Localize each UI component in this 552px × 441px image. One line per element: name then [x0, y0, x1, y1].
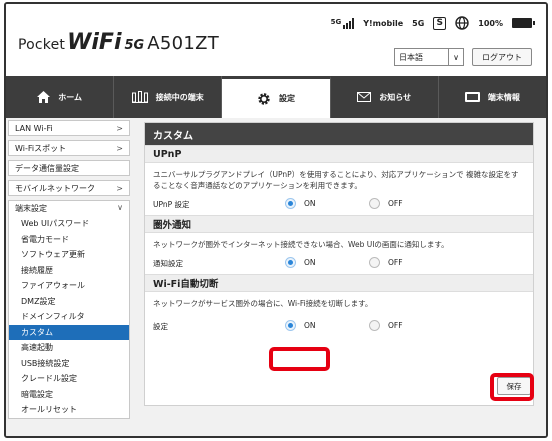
sidebar-subitem-active[interactable]: カスタム — [9, 324, 129, 340]
sidebar-subitem[interactable]: Web UIパスワード — [9, 216, 129, 232]
chevron-right-icon: > — [116, 144, 123, 153]
sidebar-item-label: LAN Wi-Fi — [15, 123, 53, 133]
highlight-save-button — [490, 373, 534, 401]
sidebar-item-lan-wifi[interactable]: LAN Wi-Fi > — [8, 120, 130, 136]
radio-label: ON — [304, 321, 316, 330]
sidebar-item-data-usage[interactable]: データ通信量設定 — [8, 160, 130, 176]
tab-home[interactable]: ホーム — [6, 76, 115, 118]
radio-unselected-icon — [369, 320, 380, 331]
language-value: 日本語 — [399, 52, 423, 62]
section-title-wifi-auto-disconnect: Wi-Fi自動切断 — [145, 274, 533, 292]
brand-logo: Pocket WiFi 5G A501ZT — [18, 30, 219, 55]
header: Pocket WiFi 5G A501ZT 5G Y!mobile 5G S 1… — [6, 4, 546, 76]
tab-home-label: ホーム — [58, 92, 82, 102]
network-label: 5G — [412, 18, 425, 28]
tab-settings-label: 設定 — [279, 94, 295, 103]
sidebar-item-mobile-network[interactable]: モバイルネットワーク > — [8, 180, 130, 196]
setting-label: UPnP 設定 — [153, 200, 190, 209]
mail-icon — [357, 92, 372, 102]
radio-label: OFF — [388, 258, 403, 267]
upnp-setting-row: UPnP 設定 ON OFF — [145, 195, 533, 213]
radio-label: ON — [304, 258, 316, 267]
tab-devices-label: 接続中の端末 — [155, 92, 204, 102]
radio-unselected-icon — [369, 198, 380, 209]
sidebar: LAN Wi-Fi > Wi-Fiスポット > データ通信量設定 モバイルネット… — [8, 120, 130, 419]
notice-setting-row: 通知設定 ON OFF — [145, 254, 533, 272]
main-tabs: ホーム 接続中の端末 設定 お知らせ 端末情報 — [6, 76, 546, 118]
language-select[interactable]: 日本語 ∨ — [394, 48, 464, 66]
radio-selected-icon — [285, 320, 296, 331]
sidebar-item-wifi-spot[interactable]: Wi-Fiスポット > — [8, 140, 130, 156]
sidebar-item-label: Wi-Fiスポット — [15, 143, 67, 153]
sidebar-group-label: 端末設定 — [15, 204, 47, 213]
battery-icon — [512, 18, 535, 28]
brand-wifi: WiFi — [67, 30, 122, 55]
sidebar-subitem[interactable]: USB接続設定 — [9, 356, 129, 372]
sidebar-subitem[interactable]: ドメインフィルタ — [9, 309, 129, 325]
wifi-disconnect-on-radio[interactable]: ON — [285, 320, 316, 331]
sidebar-subitem[interactable]: クレードル設定 — [9, 371, 129, 387]
header-controls: 日本語 ∨ ログアウト — [394, 48, 532, 66]
highlight-on-option — [269, 347, 330, 371]
tab-device-info-label: 端末情報 — [487, 92, 520, 102]
sim-icon: S — [433, 16, 447, 30]
section-title-upnp: UPnP — [145, 145, 533, 163]
carrier-label: Y!mobile — [363, 18, 404, 28]
radio-label: ON — [304, 199, 316, 208]
chevron-down-icon: ∨ — [448, 49, 463, 65]
tab-notices[interactable]: お知らせ — [331, 76, 439, 118]
sidebar-subitem[interactable]: 省電力モード — [9, 232, 129, 248]
radio-selected-icon — [285, 198, 296, 209]
custom-settings-panel: カスタム UPnP ユニバーサルプラグアンドプレイ（UPnP）を使用することによ… — [144, 122, 534, 406]
sidebar-group-device-settings: 端末設定 ∨ Web UIパスワード 省電力モード ソフトウェア更新 接続履歴 … — [8, 200, 130, 419]
chevron-right-icon: > — [116, 124, 123, 133]
signal-icon: 5G — [331, 17, 355, 29]
battery-label: 100% — [478, 18, 503, 28]
notice-on-radio[interactable]: ON — [285, 257, 316, 268]
radio-label: OFF — [388, 199, 403, 208]
upnp-off-radio[interactable]: OFF — [369, 198, 403, 209]
chevron-down-icon: ∨ — [117, 203, 123, 212]
sidebar-item-label: データ通信量設定 — [15, 163, 79, 173]
radio-selected-icon — [285, 257, 296, 268]
section-description-upnp: ユニバーサルプラグアンドプレイ（UPnP）を使用することにより、対応アプリケーシ… — [153, 170, 519, 190]
setting-label: 設定 — [153, 322, 168, 331]
wifi-disconnect-setting-row: 設定 ON OFF — [145, 317, 533, 335]
section-description-out-of-service: ネットワークが圏外でインターネット接続できない場合、Web UIの画面に通知しま… — [153, 240, 449, 249]
sidebar-subitem[interactable]: 接続履歴 — [9, 263, 129, 279]
section-title-out-of-service: 圏外通知 — [145, 215, 533, 233]
devices-icon — [131, 91, 148, 103]
radio-unselected-icon — [369, 257, 380, 268]
brand-pocket: Pocket — [18, 37, 66, 53]
status-bar: 5G Y!mobile 5G S 100% — [331, 16, 535, 30]
globe-icon — [455, 16, 469, 30]
section-description-wifi-auto-disconnect: ネットワークがサービス圏外の場合に、Wi-Fi接続を切断します。 — [153, 299, 373, 308]
sidebar-subitem[interactable]: 暗電設定 — [9, 387, 129, 403]
sidebar-subitem[interactable]: ファイアウォール — [9, 278, 129, 294]
radio-label: OFF — [388, 321, 403, 330]
upnp-on-radio[interactable]: ON — [285, 198, 316, 209]
sidebar-subitem[interactable]: ソフトウェア更新 — [9, 247, 129, 263]
sidebar-subitem[interactable]: オールリセット — [9, 402, 129, 418]
notice-off-radio[interactable]: OFF — [369, 257, 403, 268]
sidebar-item-label: モバイルネットワーク — [15, 183, 95, 193]
wifi-disconnect-off-radio[interactable]: OFF — [369, 320, 403, 331]
device-info-icon — [464, 92, 480, 102]
brand-model: A501ZT — [147, 33, 220, 54]
tab-device-info[interactable]: 端末情報 — [439, 76, 546, 118]
home-icon — [37, 91, 51, 103]
logout-button[interactable]: ログアウト — [472, 48, 532, 66]
page-title: カスタム — [145, 123, 533, 145]
chevron-right-icon: > — [116, 184, 123, 193]
tab-devices[interactable]: 接続中の端末 — [114, 76, 223, 118]
setting-label: 通知設定 — [153, 259, 183, 268]
sidebar-group-header[interactable]: 端末設定 ∨ — [9, 201, 129, 216]
gear-icon — [258, 92, 270, 105]
tab-notices-label: お知らせ — [379, 92, 412, 102]
sidebar-subitem[interactable]: DMZ設定 — [9, 294, 129, 310]
tab-settings[interactable]: 設定 — [222, 76, 331, 118]
brand-5g: 5G — [124, 38, 145, 53]
sidebar-subitem[interactable]: 高速起動 — [9, 340, 129, 356]
